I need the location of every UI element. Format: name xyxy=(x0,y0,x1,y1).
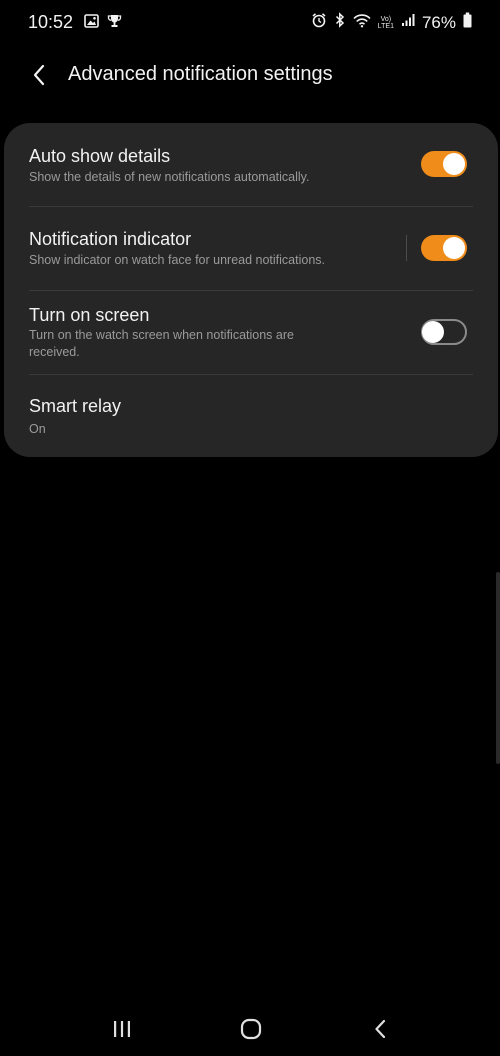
toggle-knob xyxy=(443,153,465,175)
trophy-icon xyxy=(107,14,122,33)
setting-description-line-2: received. xyxy=(29,345,80,359)
notification-indicator-toggle[interactable] xyxy=(421,235,467,261)
network-label-top: Vo) xyxy=(380,15,392,23)
setting-description: Show indicator on watch face for unread … xyxy=(29,253,326,267)
chevron-left-icon xyxy=(33,64,45,86)
scroll-indicator xyxy=(496,572,500,764)
settings-card: Auto show details Show the details of ne… xyxy=(4,123,498,457)
setting-title: Smart relay xyxy=(29,396,122,416)
status-left-icons xyxy=(84,14,122,33)
navigation-bar xyxy=(0,1000,500,1056)
gallery-icon xyxy=(84,14,99,33)
status-right-icons: Vo) LTE1 76% xyxy=(311,12,472,33)
page-title: Advanced notification settings xyxy=(68,63,333,85)
setting-smart-relay[interactable]: Smart relay On xyxy=(4,375,498,457)
app-header: Advanced notification settings xyxy=(0,52,500,98)
signal-icon xyxy=(401,13,415,32)
network-label-bottom: LTE1 xyxy=(377,22,394,30)
setting-title: Turn on screen xyxy=(29,305,150,325)
back-icon xyxy=(375,1019,386,1039)
home-icon xyxy=(240,1018,262,1040)
auto-show-details-toggle[interactable] xyxy=(421,151,467,177)
home-button[interactable] xyxy=(231,1014,271,1044)
back-button[interactable] xyxy=(22,58,56,92)
setting-description: Show the details of new notifications au… xyxy=(29,170,310,184)
status-bar: 10:52 Vo) LTE1 76% xyxy=(0,0,500,46)
battery-percent: 76% xyxy=(421,12,456,32)
setting-title: Notification indicator xyxy=(29,229,192,249)
bluetooth-icon xyxy=(334,12,346,33)
toggle-knob xyxy=(443,237,465,259)
alarm-icon xyxy=(311,12,327,33)
toggle-knob xyxy=(422,321,444,343)
turn-on-screen-toggle[interactable] xyxy=(421,319,467,345)
setting-description: Turn on the watch screen when notificati… xyxy=(29,328,294,342)
setting-title: Auto show details xyxy=(29,146,171,166)
recent-apps-icon xyxy=(114,1021,130,1037)
status-time: 10:52 xyxy=(28,12,74,32)
lte-label: Vo) LTE1 xyxy=(378,16,394,30)
setting-notification-indicator[interactable]: Notification indicator Show indicator on… xyxy=(4,207,498,291)
setting-auto-show-details[interactable]: Auto show details Show the details of ne… xyxy=(4,123,498,207)
wifi-icon xyxy=(353,13,371,33)
setting-value: On xyxy=(29,422,46,436)
setting-turn-on-screen[interactable]: Turn on screen Turn on the watch screen … xyxy=(4,291,498,375)
nav-back-button[interactable] xyxy=(360,1014,400,1044)
battery-icon xyxy=(463,12,472,33)
recent-apps-button[interactable] xyxy=(102,1014,142,1044)
vertical-separator xyxy=(406,235,407,261)
